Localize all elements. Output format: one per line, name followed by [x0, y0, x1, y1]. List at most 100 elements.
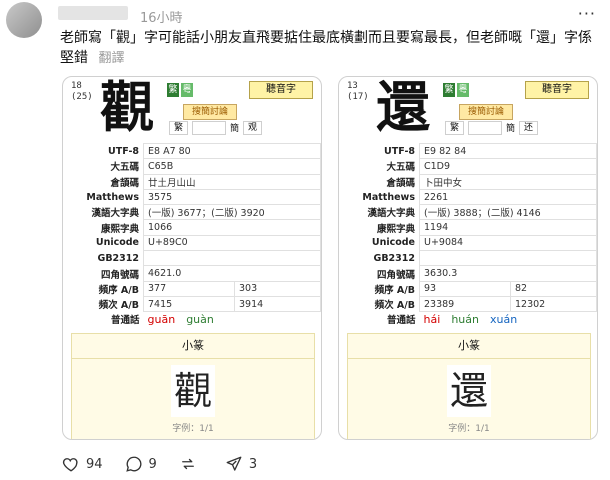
row-value — [419, 250, 597, 267]
row-value: 93 — [419, 280, 511, 297]
stroke-count: 18 (25) — [71, 81, 93, 103]
simp-label: 簡 — [230, 124, 240, 134]
char-header: 13 (17) 還 繁 粵 聽音字 搜簡討論 繁 簡 还 — [339, 77, 597, 143]
repost-button[interactable] — [179, 455, 203, 473]
row-value: (一版) 3677；(二版) 3920 — [143, 204, 321, 221]
row-value: C65B — [143, 158, 321, 175]
pinyin-list: guān guàn — [144, 312, 321, 327]
translate-link[interactable]: 翻譯 — [98, 51, 124, 66]
like-button[interactable]: 94 — [62, 455, 103, 473]
row-value: E8 A7 80 — [143, 142, 321, 160]
row-value: 1066 — [143, 219, 321, 236]
row-value: 377 — [143, 280, 235, 297]
trad-simp-row: 繁 簡 观 — [169, 121, 263, 135]
large-character: 還 — [373, 77, 433, 137]
username-redacted[interactable] — [58, 6, 128, 20]
row-value: 2261 — [419, 188, 597, 206]
variant-discussion-button: 搜簡討論 — [183, 104, 237, 120]
row-label: 四角號碼 — [376, 269, 415, 281]
trad-simp-row: 繁 簡 还 — [445, 121, 539, 135]
pinyin-reading: xuán — [490, 312, 518, 326]
row-value: 303 — [234, 280, 321, 297]
row-label: 頻序 A/B — [98, 284, 139, 296]
row-value: 卜田中女 — [419, 173, 597, 190]
icon-row: 繁 粵 — [443, 83, 469, 97]
row-value: 12302 — [510, 295, 597, 313]
row-value — [143, 250, 321, 267]
timestamp: 16小時 — [140, 11, 183, 26]
icon-row: 繁 粵 — [167, 83, 193, 97]
audio-button: 聽音字 — [525, 81, 589, 99]
row-label: 頻序 A/B — [374, 284, 415, 296]
avatar[interactable] — [6, 2, 42, 38]
comment-button[interactable]: 9 — [125, 455, 157, 473]
seal-title: 小篆 — [72, 334, 314, 359]
stroke-count-total: (25) — [71, 92, 93, 102]
row-value: 3914 — [234, 295, 321, 313]
seal-footer: 字例：1/1 — [172, 424, 214, 434]
post-body: 老師寫「觀」字可能話小朋友直飛要掂住最底橫劃而且要寫最長，但老師嘅「還」字係堅錯 — [60, 30, 592, 66]
row-value: 1194 — [419, 219, 597, 236]
image-card-guan[interactable]: 18 (25) 觀 繁 粵 聽音字 搜簡討論 繁 簡 观 UTF-8 E8 A7 … — [62, 76, 322, 440]
row-label: 大五碼 — [110, 162, 139, 174]
trad-empty — [192, 121, 227, 135]
pinyin-list: hái huán xuán — [420, 312, 597, 327]
large-character: 觀 — [97, 77, 157, 137]
stroke-count-radical: 13 — [347, 81, 358, 91]
row-value: U+89C0 — [143, 234, 321, 252]
variant-discussion-button: 搜簡討論 — [459, 104, 513, 120]
seal-title: 小篆 — [348, 334, 590, 359]
code-table: UTF-8 E8 A7 80 大五碼 C65B 倉頡碼 廿土月山山 Matthews 3… — [63, 142, 321, 327]
traditional-icon: 繁 — [167, 83, 179, 97]
seal-script-box: 小篆 還 字例：1/1 — [347, 333, 591, 439]
comment-icon — [125, 456, 142, 472]
seal-character: 還 — [447, 365, 491, 417]
row-label: 康熙字典 — [376, 223, 415, 235]
row-label: 倉頡碼 — [386, 177, 415, 189]
row-label: 倉頡碼 — [110, 177, 139, 189]
row-value: U+9084 — [419, 234, 597, 252]
trad-label: 繁 — [169, 121, 189, 135]
seal-footer: 字例：1/1 — [448, 424, 490, 434]
stroke-count-radical: 18 — [71, 81, 82, 91]
heart-icon — [62, 458, 78, 472]
stroke-count-total: (17) — [347, 92, 369, 102]
row-value: 3630.3 — [419, 265, 597, 282]
row-value: 廿土月山山 — [143, 173, 321, 190]
row-value: E9 82 84 — [419, 142, 597, 160]
row-label: GB2312 — [97, 252, 139, 264]
post-text: 老師寫「觀」字可能話小朋友直飛要掂住最底橫劃而且要寫最長，但老師嘅「還」字係堅錯… — [60, 28, 600, 69]
trad-label: 繁 — [445, 121, 465, 135]
row-label: 四角號碼 — [100, 269, 139, 281]
seal-character: 觀 — [171, 365, 215, 417]
row-label: UTF-8 — [108, 145, 139, 157]
send-icon — [226, 456, 242, 471]
repost-icon — [181, 458, 194, 470]
pinyin-reading: hái — [423, 312, 441, 326]
pinyin-reading: guàn — [186, 312, 214, 326]
row-value: C1D9 — [419, 158, 597, 175]
row-label: 漢語大字典 — [367, 208, 415, 220]
more-options-icon[interactable]: ··· — [578, 4, 596, 23]
row-value: 4621.0 — [143, 265, 321, 282]
audio-button: 聽音字 — [249, 81, 313, 99]
share-button[interactable]: 3 — [225, 455, 257, 473]
row-label: 普通話 — [110, 315, 140, 327]
simp-char: 还 — [519, 121, 539, 135]
row-label: Unicode — [371, 237, 415, 249]
stroke-count: 13 (17) — [347, 81, 369, 103]
trad-empty — [468, 121, 503, 135]
row-label: 康熙字典 — [100, 223, 139, 235]
seal-script-box: 小篆 觀 字例：1/1 — [71, 333, 315, 439]
action-bar: 94 9 3 — [62, 455, 279, 473]
row-label: 頻次 A/B — [374, 300, 415, 312]
row-value: 3575 — [143, 188, 321, 206]
row-value: (一版) 3888；(二版) 4146 — [419, 204, 597, 221]
row-label: GB2312 — [373, 252, 415, 264]
row-value: 7415 — [143, 295, 235, 313]
row-value: 23389 — [419, 295, 511, 313]
simp-char: 观 — [243, 121, 263, 135]
image-card-huan[interactable]: 13 (17) 還 繁 粵 聽音字 搜簡討論 繁 簡 还 UTF-8 E9 82 … — [338, 76, 598, 440]
share-count: 3 — [248, 456, 258, 472]
like-count: 94 — [86, 456, 103, 472]
